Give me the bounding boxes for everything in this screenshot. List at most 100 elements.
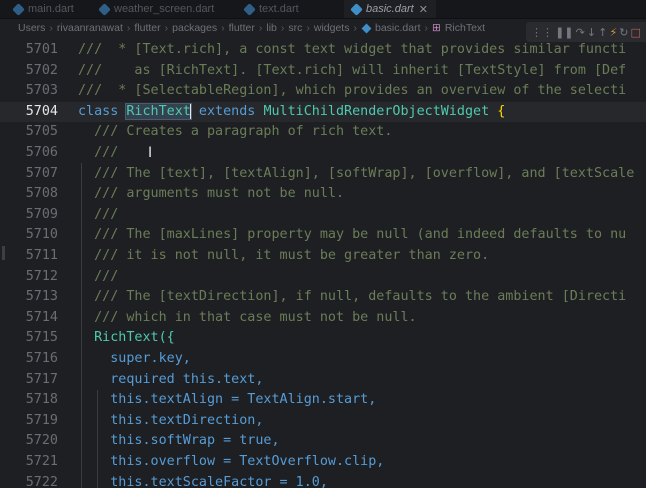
chevron-right-icon: ›: [126, 22, 131, 34]
dart-file-icon: [243, 2, 256, 16]
code-line[interactable]: 5713 /// The [textDirection], if null, d…: [0, 287, 646, 308]
line-number: 5721: [25, 454, 58, 469]
step-into-icon[interactable]: ↓: [587, 26, 596, 39]
step-over-icon[interactable]: ↷: [576, 26, 585, 39]
dart-file-icon: [350, 2, 363, 16]
breadcrumb-segment[interactable]: src: [288, 22, 302, 34]
code-text: /// arguments must not be null.: [78, 186, 345, 202]
hot-reload-icon[interactable]: ⚡: [609, 26, 617, 39]
code-line-current[interactable]: 5704 class RichText extends MultiChildRe…: [0, 101, 646, 123]
code-line[interactable]: 5708 /// arguments must not be null.: [0, 184, 646, 205]
dart-file-icon: [12, 2, 25, 16]
chevron-right-icon: ›: [424, 22, 429, 34]
code-line[interactable]: 5721 this.overflow = TextOverflow.clip,: [0, 452, 646, 473]
line-number: 5717: [25, 371, 58, 387]
code-line[interactable]: 5719 this.textDirection,: [0, 411, 646, 432]
breadcrumb-segment[interactable]: Users: [18, 22, 45, 34]
line-number: 5719: [25, 412, 58, 428]
pause-icon[interactable]: ❚❚: [555, 26, 573, 39]
line-number: 5709: [25, 206, 58, 222]
code-line[interactable]: 5720 this.softWrap = true,: [0, 431, 646, 452]
code-line[interactable]: 5722 this.textScaleFactor = 1.0,: [0, 473, 646, 488]
breadcrumb-segment[interactable]: packages: [172, 22, 217, 34]
line-number: 5711: [25, 248, 58, 263]
chevron-right-icon: ›: [49, 22, 53, 34]
code-text: /// The [maxLines] property may be null …: [78, 227, 627, 243]
line-number: 5706: [25, 145, 58, 160]
code-line[interactable]: 5717 required this.text,: [0, 370, 646, 391]
breadcrumb-segment[interactable]: rivaanranawat: [57, 22, 123, 34]
line-number: 5722: [25, 474, 58, 488]
code-text: this.textScaleFactor = 1.0,: [78, 474, 328, 488]
code-text: super.key,: [78, 351, 191, 366]
tab-text-dart[interactable]: text.dart: [243, 0, 299, 18]
code-line[interactable]: 5712 ///: [0, 267, 646, 288]
text-cursor-icon: I: [148, 145, 153, 161]
code-line[interactable]: 5711 /// it is not null, it must be grea…: [0, 246, 646, 267]
breadcrumb-segment[interactable]: flutter: [134, 22, 160, 34]
code-text: ///: [78, 268, 119, 284]
close-tab-icon[interactable]: ✕: [419, 3, 428, 16]
tab-bar: main.dart weather_screen.dart text.dart …: [0, 0, 646, 19]
code-line[interactable]: 5714 /// which in that case must not be …: [0, 308, 646, 329]
code-line[interactable]: 5701 /// * [Text.rich], a const text wid…: [0, 40, 646, 61]
line-number: 5705: [25, 124, 58, 140]
chevron-right-icon: ›: [221, 22, 225, 34]
line-number: 5707: [25, 165, 58, 181]
code-text: required this.text,: [78, 371, 264, 387]
breadcrumb-symbol[interactable]: RichText: [445, 22, 485, 34]
code-text: this.textDirection,: [78, 412, 264, 428]
line-number: 5708: [25, 186, 58, 202]
tab-basic-dart[interactable]: basic.dart ✕: [344, 0, 436, 18]
breadcrumb-segment[interactable]: widgets: [314, 22, 350, 34]
line-number: 5715: [25, 330, 58, 346]
chevron-right-icon: ›: [306, 22, 310, 34]
code-text: class RichText extends MultiChildRenderO…: [78, 102, 506, 120]
code-text: /// The [textDirection], if null, defaul…: [78, 289, 627, 305]
code-line[interactable]: 5710 /// The [maxLines] property may be …: [0, 225, 646, 246]
dart-file-icon: [98, 2, 111, 16]
code-line[interactable]: 5718 this.textAlign = TextAlign.start,: [0, 390, 646, 411]
chevron-right-icon: ›: [258, 22, 263, 34]
code-text: /// as [RichText]. [Text.rich] will inhe…: [78, 62, 627, 78]
line-number: 5704: [25, 103, 58, 119]
code-line[interactable]: 5716 super.key,: [0, 349, 646, 370]
line-number: 5710: [25, 227, 58, 243]
class-symbol-icon: ⊞: [432, 22, 441, 34]
chevron-right-icon: ›: [280, 22, 285, 34]
debug-toolbar: ⋮⋮ ❚❚ ↷ ↓ ↑ ⚡ ↻ □: [526, 22, 646, 42]
code-text: /// Creates a paragraph of rich text.: [78, 124, 393, 140]
line-number: 5718: [25, 392, 58, 408]
step-out-icon[interactable]: ↑: [598, 26, 607, 39]
tab-main-dart[interactable]: main.dart: [12, 0, 74, 18]
code-text: ///: [78, 145, 119, 160]
code-text: /// * [SelectableRegion], which provides…: [78, 83, 627, 99]
code-text: this.overflow = TextOverflow.clip,: [78, 454, 385, 469]
restart-icon[interactable]: ↻: [619, 26, 628, 39]
line-number: 5703: [25, 83, 58, 99]
code-text: this.textAlign = TextAlign.start,: [78, 392, 377, 408]
code-line[interactable]: 5702 /// as [RichText]. [Text.rich] will…: [0, 61, 646, 82]
code-editor-window: main.dart weather_screen.dart text.dart …: [0, 0, 646, 488]
tab-weather-screen-dart[interactable]: weather_screen.dart: [98, 0, 214, 18]
tab-label: text.dart: [259, 3, 299, 15]
line-number: 5702: [25, 62, 58, 78]
drag-handle-icon[interactable]: ⋮⋮: [531, 26, 553, 39]
line-number: 5714: [25, 309, 58, 325]
code-line[interactable]: 5707 /// The [text], [textAlign], [softW…: [0, 164, 646, 185]
code-line[interactable]: 5706 ///: [0, 143, 646, 164]
code-line[interactable]: 5709 ///: [0, 205, 646, 226]
code-line[interactable]: 5715 RichText({: [0, 328, 646, 349]
tab-label: basic.dart: [366, 3, 414, 15]
breadcrumb-segment[interactable]: flutter: [229, 22, 255, 34]
code-text: /// The [text], [textAlign], [softWrap],…: [78, 165, 635, 181]
code-line[interactable]: 5705 /// Creates a paragraph of rich tex…: [0, 122, 646, 143]
line-number: 5713: [25, 289, 58, 305]
line-number: 5716: [25, 351, 58, 366]
chevron-right-icon: ›: [353, 22, 357, 34]
code-line[interactable]: 5703 /// * [SelectableRegion], which pro…: [0, 81, 646, 102]
code-area[interactable]: 5701 /// * [Text.rich], a const text wid…: [0, 40, 646, 488]
breadcrumb-file[interactable]: basic.dart: [375, 22, 421, 34]
stop-icon[interactable]: □: [631, 26, 641, 39]
breadcrumb-segment[interactable]: lib: [266, 22, 277, 34]
